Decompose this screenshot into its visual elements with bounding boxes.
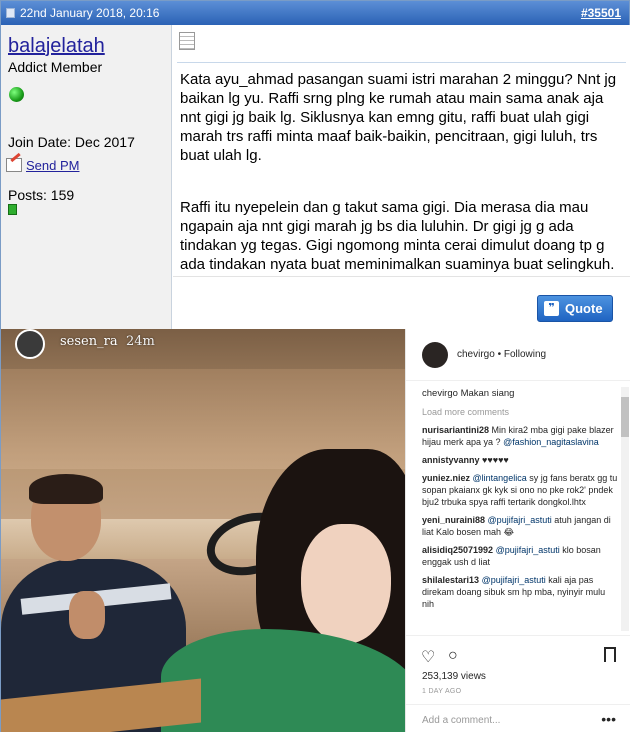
comment-user[interactable]: annistyvanny [422, 455, 480, 465]
comment-user[interactable]: yeni_nuraini88 [422, 515, 485, 525]
username-link[interactable]: balajelatah [8, 35, 105, 58]
comment: alisidiq25071992 @pujifajri_astuti klo b… [422, 544, 618, 568]
more-options-icon[interactable]: ••• [601, 711, 616, 727]
instagram-user-line: chevirgo • Following [457, 349, 547, 360]
comment-mention[interactable]: @pujifajri_astuti [482, 575, 546, 585]
comment-mention[interactable]: @pujifajri_astuti [488, 515, 552, 525]
post-number: #35501 [581, 6, 621, 20]
add-comment-bar[interactable]: Add a comment... ••• [406, 704, 630, 732]
send-pm-link[interactable]: Send PM [26, 158, 79, 173]
comment-user[interactable]: shilalestari13 [422, 575, 479, 585]
content-bottom-divider [173, 276, 630, 277]
reputation-icon [8, 204, 17, 215]
comment: yeni_nuraini88 @pujifajri_astuti atuh ja… [422, 514, 618, 538]
instagram-avatar[interactable] [422, 342, 448, 368]
caption-user: chevirgo [422, 388, 458, 399]
photo-woman-face [301, 524, 391, 644]
post-paragraph-2: Raffi itu nyepelein dan g takut sama gig… [180, 199, 615, 273]
instagram-actions: ♡ ○ 253,139 views 1 DAY AGO Add a commen… [406, 635, 630, 732]
comment-user[interactable]: alisidiq25071992 [422, 545, 493, 555]
instagram-header: chevirgo • Following [406, 329, 630, 381]
quote-icon: ❞ [544, 301, 559, 316]
online-status-icon [9, 87, 24, 102]
join-date: Join Date: Dec 2017 [8, 134, 135, 150]
instagram-panel: chevirgo • Following chevirgo Makan sian… [405, 329, 630, 732]
caption-text: Makan siang [460, 388, 515, 399]
post-age: 1 DAY AGO [422, 688, 462, 695]
quote-label: Quote [565, 301, 603, 316]
post-date: 22nd January 2018, 20:16 [20, 6, 160, 20]
story-avatar [15, 329, 45, 359]
add-comment-input[interactable]: Add a comment... [422, 715, 500, 726]
instagram-follow-status[interactable]: Following [504, 349, 546, 360]
post-header: 22nd January 2018, 20:16 #35501 [1, 1, 629, 25]
post-content: Kata ayu_ahmad pasangan suami istri mara… [173, 25, 630, 329]
content-divider [177, 62, 626, 63]
comment-user[interactable]: yuniez.niez [422, 473, 470, 483]
post-paragraph-1: Kata ayu_ahmad pasangan suami istri mara… [180, 71, 617, 164]
comment: yuniez.niez @lintangelica sy jg fans ber… [422, 472, 618, 508]
comments-scrollbar[interactable] [621, 387, 629, 631]
story-time: 24m [126, 334, 155, 349]
forum-post: 22nd January 2018, 20:16 #35501 balajela… [0, 0, 630, 732]
comment-mention[interactable]: @fashion_nagitaslavina [503, 437, 599, 447]
instagram-caption: chevirgo Makan siang [422, 388, 618, 400]
comment-mention[interactable]: @pujifajri_astuti [496, 545, 560, 555]
photo-man-hair [29, 474, 103, 504]
story-username: sesen_ra [60, 334, 118, 349]
post-count: Posts: 159 [8, 187, 75, 203]
scrollbar-thumb[interactable] [621, 397, 629, 437]
load-more-comments[interactable]: Load more comments [422, 406, 618, 418]
comment: nurisariantini28 Min kira2 mba gigi pake… [422, 424, 618, 448]
quote-button[interactable]: ❞ Quote [537, 295, 613, 322]
post-number-link[interactable]: #35501 [581, 6, 621, 20]
photo-hand [69, 591, 105, 639]
comment-user[interactable]: nurisariantini28 [422, 425, 489, 435]
comment: shilalestari13 @pujifajri_astuti kali aj… [422, 574, 618, 610]
instagram-username[interactable]: chevirgo [457, 349, 495, 360]
comment-bubble-icon[interactable]: ○ [448, 647, 458, 665]
bookmark-icon[interactable] [604, 647, 616, 662]
send-pm-icon [6, 158, 22, 172]
message-icon [179, 32, 195, 50]
instagram-comments: chevirgo Makan siang Load more comments … [422, 388, 618, 638]
embedded-photo: sesen_ra 24m [1, 329, 405, 732]
view-count: 253,139 views [422, 671, 486, 682]
comment: annistyvanny ♥♥♥♥♥ [422, 454, 618, 466]
send-pm[interactable]: Send PM [6, 158, 79, 173]
comment-mention[interactable]: @lintangelica [473, 473, 527, 483]
like-heart-icon[interactable]: ♡ [421, 647, 435, 667]
user-title: Addict Member [8, 59, 103, 75]
comment-text: ♥♥♥♥♥ [482, 455, 509, 465]
post-doc-icon [6, 8, 15, 18]
